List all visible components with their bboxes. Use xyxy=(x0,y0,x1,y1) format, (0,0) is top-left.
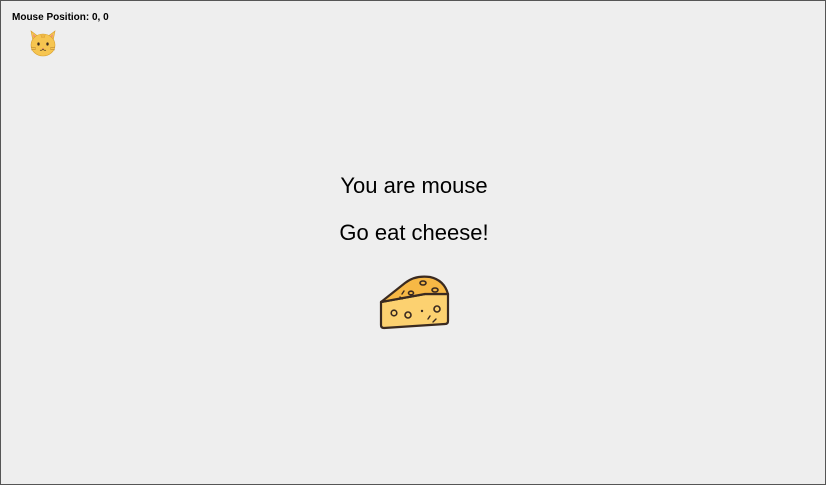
message-go-eat-cheese: Go eat cheese! xyxy=(339,220,489,245)
mouse-position-readout: Mouse Position: 0, 0 xyxy=(12,12,109,23)
game-area[interactable]: Mouse Position: 0, 0 You are mouse Go ea… xyxy=(0,0,826,485)
message-you-are-mouse: You are mouse xyxy=(340,173,488,198)
cat-icon xyxy=(30,30,56,57)
cheese-icon[interactable] xyxy=(378,273,450,331)
